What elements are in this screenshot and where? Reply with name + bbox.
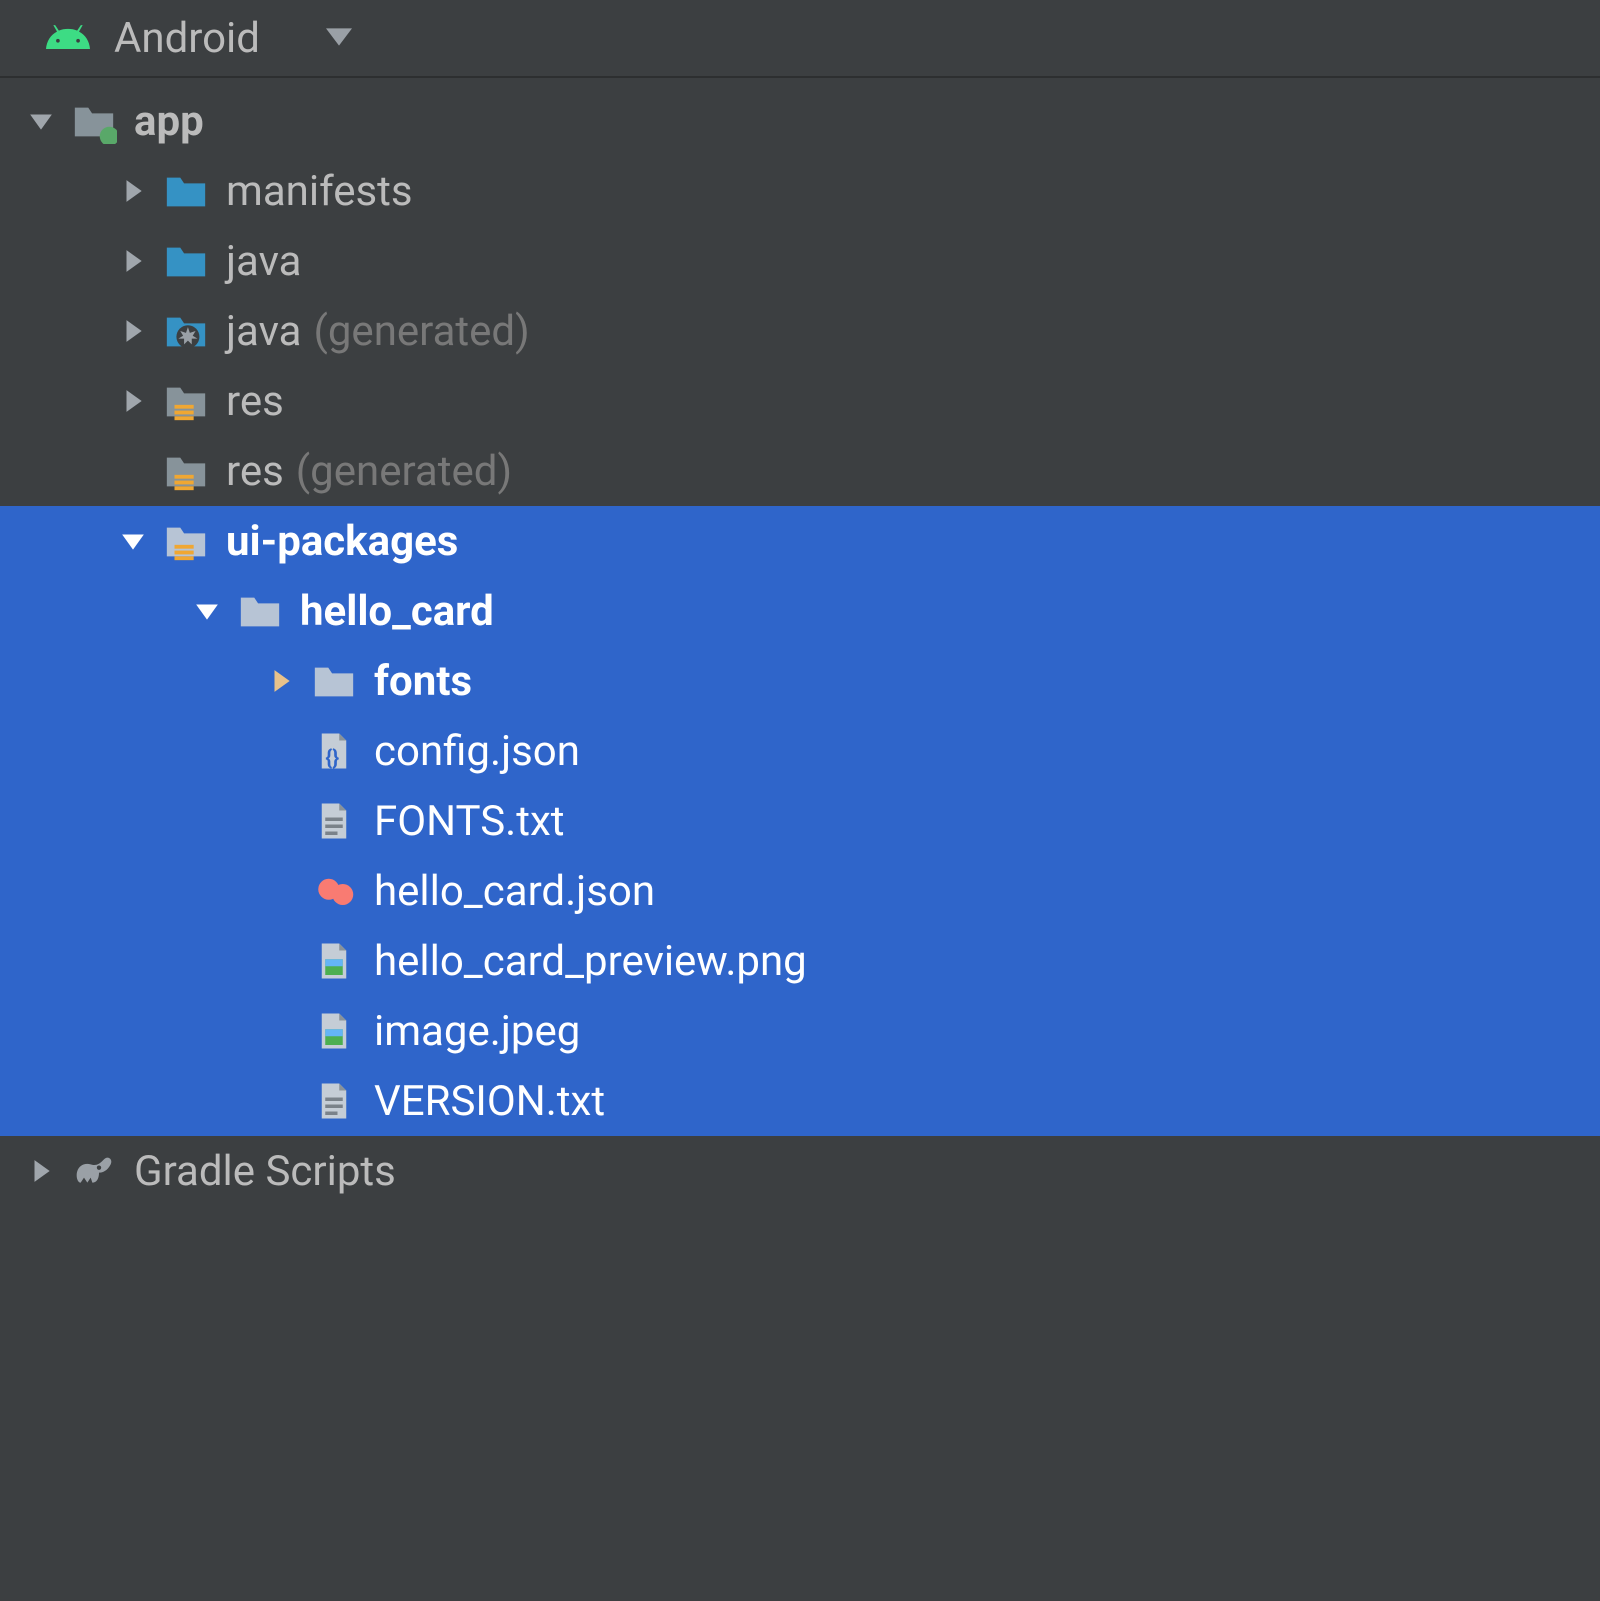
tree-node-gradle-scripts[interactable]: Gradle Scripts <box>0 1136 1600 1206</box>
json-file-icon: {} <box>308 725 360 777</box>
tree-node-java[interactable]: java <box>0 226 1600 296</box>
tree-label: res <box>226 447 284 496</box>
module-folder-icon <box>68 95 120 147</box>
arrow-right-icon[interactable] <box>254 668 308 694</box>
arrow-down-icon[interactable] <box>180 598 234 624</box>
tree-node-version-txt[interactable]: VERSION.txt <box>0 1066 1600 1136</box>
tree-label: VERSION.txt <box>374 1077 605 1126</box>
folder-icon <box>160 165 212 217</box>
tree-node-fonts[interactable]: fonts <box>0 646 1600 716</box>
tree-annotation: (generated) <box>296 447 512 496</box>
folder-icon <box>308 655 360 707</box>
resource-folder-icon <box>160 375 212 427</box>
tree-node-res-generated[interactable]: res (generated) <box>0 436 1600 506</box>
tree-label: ui-packages <box>226 517 458 566</box>
resource-folder-icon <box>160 515 212 567</box>
folder-icon <box>160 235 212 287</box>
project-tree: app manifests java <box>0 78 1600 1601</box>
svg-text:{}: {} <box>325 747 339 771</box>
tree-label: hello_card.json <box>374 867 655 916</box>
gradle-icon <box>68 1145 120 1197</box>
image-file-icon <box>308 1005 360 1057</box>
arrow-right-icon[interactable] <box>106 178 160 204</box>
arrow-right-icon[interactable] <box>106 248 160 274</box>
tree-label: Gradle Scripts <box>134 1147 396 1196</box>
tree-node-res[interactable]: res <box>0 366 1600 436</box>
tree-label: FONTS.txt <box>374 797 565 846</box>
dropdown-icon[interactable] <box>326 24 352 52</box>
project-view-header[interactable]: Android <box>0 0 1600 78</box>
arrow-down-icon[interactable] <box>106 528 160 554</box>
tree-label: config.json <box>374 727 580 776</box>
arrow-right-icon[interactable] <box>106 318 160 344</box>
generated-folder-icon <box>160 305 212 357</box>
text-file-icon <box>308 795 360 847</box>
tree-node-ui-packages[interactable]: ui-packages <box>0 506 1600 576</box>
folder-icon <box>234 585 286 637</box>
tree-node-hello-card[interactable]: hello_card <box>0 576 1600 646</box>
tree-label: app <box>134 97 204 146</box>
tree-node-java-generated[interactable]: java (generated) <box>0 296 1600 366</box>
arrow-down-icon[interactable] <box>14 108 68 134</box>
tree-node-hello-card-json[interactable]: hello_card.json <box>0 856 1600 926</box>
tree-label: java <box>226 237 301 286</box>
tree-label: res <box>226 377 284 426</box>
tree-node-hello-card-preview[interactable]: hello_card_preview.png <box>0 926 1600 996</box>
tree-node-fonts-txt[interactable]: FONTS.txt <box>0 786 1600 856</box>
tree-label: java <box>226 307 301 356</box>
project-tool-window: Android app <box>0 0 1600 1601</box>
figma-file-icon <box>308 865 360 917</box>
android-icon <box>46 20 90 56</box>
tree-label: hello_card <box>300 587 494 636</box>
tree-annotation: (generated) <box>313 307 529 356</box>
tree-label: hello_card_preview.png <box>374 937 807 986</box>
tree-node-app[interactable]: app <box>0 86 1600 156</box>
tree-label: manifests <box>226 167 413 216</box>
tree-node-config-json[interactable]: {} config.json <box>0 716 1600 786</box>
tree-node-image-jpeg[interactable]: image.jpeg <box>0 996 1600 1066</box>
tree-label: fonts <box>374 657 472 706</box>
view-selector-label: Android <box>114 14 260 63</box>
tree-node-manifests[interactable]: manifests <box>0 156 1600 226</box>
tree-label: image.jpeg <box>374 1007 580 1056</box>
arrow-right-icon[interactable] <box>106 388 160 414</box>
arrow-right-icon[interactable] <box>14 1158 68 1184</box>
text-file-icon <box>308 1075 360 1127</box>
image-file-icon <box>308 935 360 987</box>
resource-folder-icon <box>160 445 212 497</box>
